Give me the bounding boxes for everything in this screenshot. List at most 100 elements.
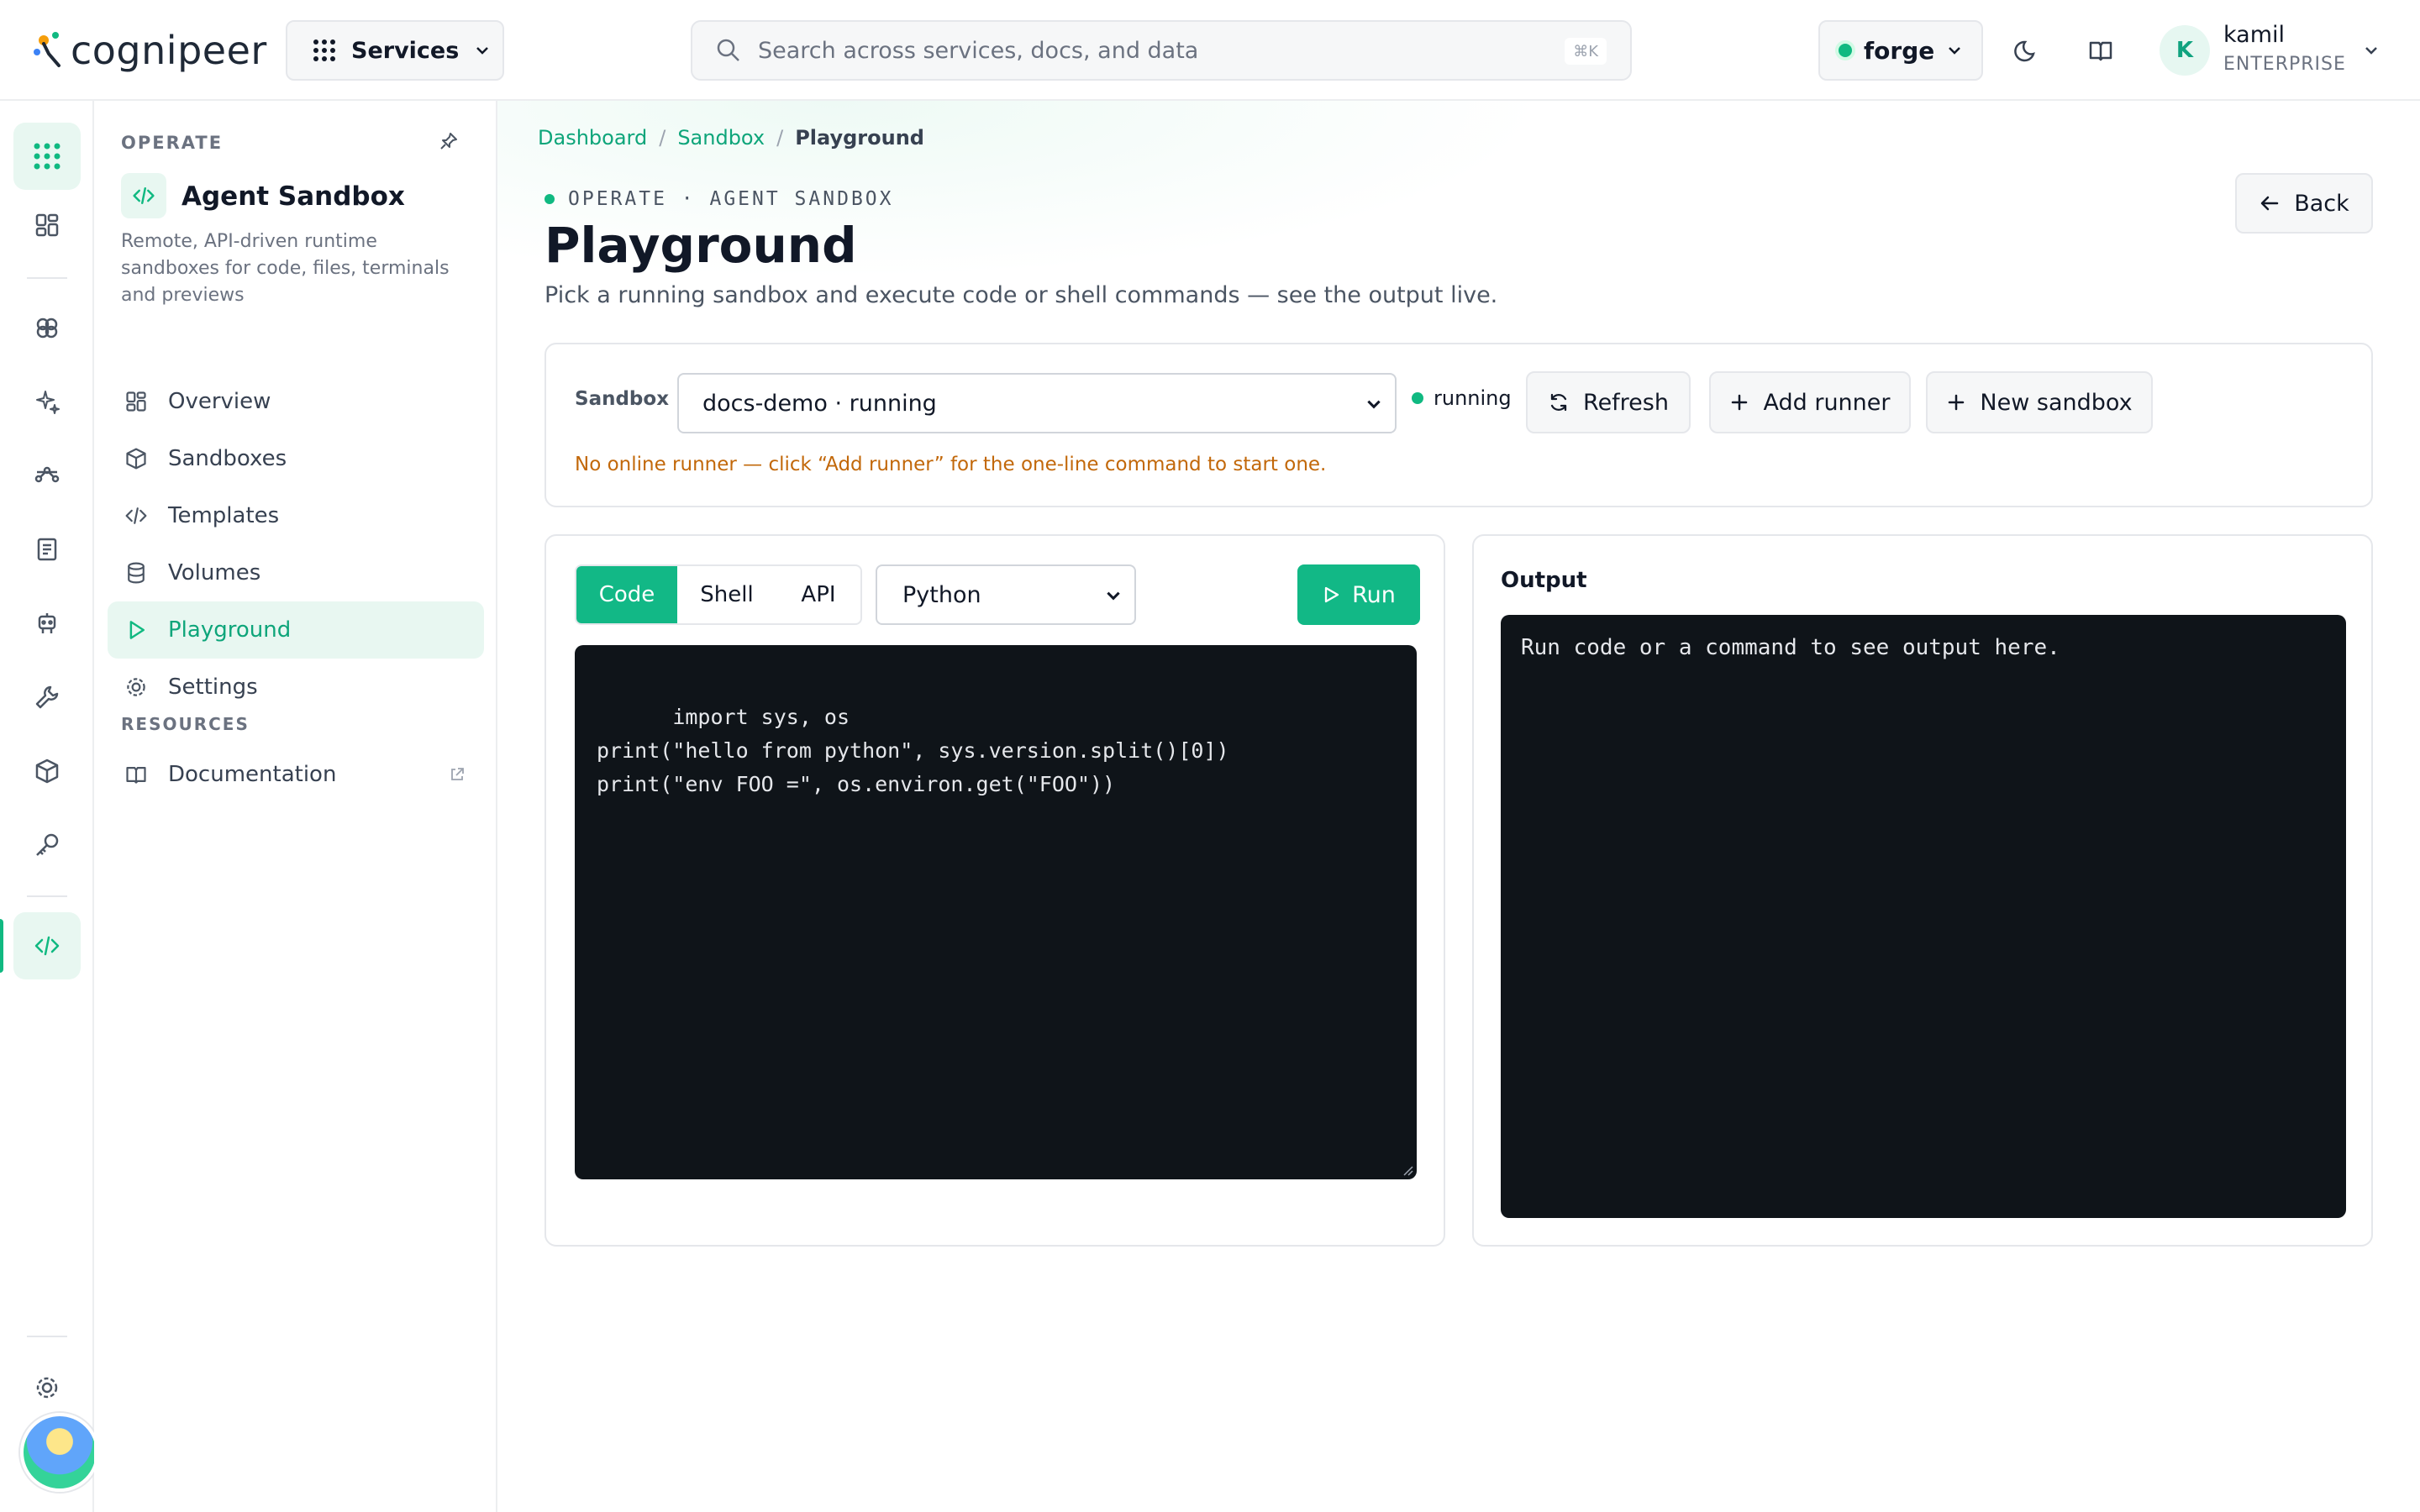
code-icon xyxy=(133,187,155,204)
tools-icon xyxy=(35,685,59,709)
sidebar-item-settings[interactable]: Settings xyxy=(108,659,484,716)
theme-toggle-button[interactable] xyxy=(2008,32,2045,69)
agent-sandbox-icon xyxy=(121,173,166,218)
global-search[interactable]: Search across services, docs, and data ⌘… xyxy=(691,20,1632,81)
sidebar-item-label: Templates xyxy=(168,503,280,528)
brand-logo[interactable]: cognipeer xyxy=(32,25,267,76)
chevron-down-icon xyxy=(2365,47,2377,55)
rail-flows[interactable] xyxy=(13,442,81,509)
environment-name: forge xyxy=(1864,36,1935,65)
workspace-avatar[interactable] xyxy=(20,1413,99,1492)
environment-status-dot xyxy=(1839,44,1852,57)
no-runner-warning: No online runner — click “Add runner” fo… xyxy=(575,454,1327,475)
sidebar-item-sandboxes[interactable]: Sandboxes xyxy=(108,430,484,487)
breadcrumb: Dashboard / Sandbox / Playground xyxy=(538,126,924,150)
rail-apps[interactable] xyxy=(13,123,81,190)
cognipeer-logo-icon xyxy=(34,32,60,67)
breadcrumb-separator: / xyxy=(776,126,784,150)
rail-divider xyxy=(27,277,67,279)
tab-code[interactable]: Code xyxy=(576,566,677,623)
back-button[interactable]: Back xyxy=(2235,173,2373,234)
refresh-button[interactable]: Refresh xyxy=(1526,371,1691,433)
rail-agents[interactable] xyxy=(13,590,81,657)
chevron-down-icon xyxy=(1367,400,1381,409)
rail-settings[interactable] xyxy=(13,1354,81,1421)
rail-divider xyxy=(27,895,67,897)
environment-switcher[interactable]: forge xyxy=(1818,20,1983,81)
back-label: Back xyxy=(2294,190,2349,217)
gear-icon xyxy=(127,678,145,696)
apps-icon xyxy=(34,143,60,170)
output-placeholder: Run code or a command to see output here… xyxy=(1521,635,2060,660)
language-selected-value: Python xyxy=(902,581,981,608)
rail-tools[interactable] xyxy=(13,664,81,731)
dashboard-icon xyxy=(35,213,59,237)
sandbox-label: Sandbox xyxy=(575,388,670,410)
code-editor[interactable]: import sys, os print("hello from python"… xyxy=(575,645,1417,1179)
language-select[interactable]: Python xyxy=(876,564,1136,625)
add-runner-button[interactable]: Add runner xyxy=(1709,371,1911,433)
book-icon xyxy=(126,767,146,784)
output-title: Output xyxy=(1501,568,1587,593)
brain-icon xyxy=(36,318,58,339)
cube-icon xyxy=(126,448,146,470)
user-menu-toggle[interactable] xyxy=(2353,32,2390,69)
main-content: Dashboard / Sandbox / Playground OPERATE… xyxy=(497,101,2420,1512)
moon-icon xyxy=(2014,40,2035,62)
refresh-label: Refresh xyxy=(1583,389,1669,416)
rail-keys[interactable] xyxy=(13,811,81,879)
sidebar-item-templates[interactable]: Templates xyxy=(108,487,484,544)
refresh-icon xyxy=(1550,393,1567,412)
sandbox-status-label: running xyxy=(1434,386,1512,410)
services-menu-button[interactable]: Services xyxy=(286,20,504,81)
sidebar-item-label: Playground xyxy=(168,617,292,643)
sandbox-status: running xyxy=(1412,386,1512,410)
services-label: Services xyxy=(351,37,460,64)
breadcrumb-dashboard[interactable]: Dashboard xyxy=(538,126,647,150)
new-sandbox-button[interactable]: New sandbox xyxy=(1926,371,2153,433)
search-placeholder: Search across services, docs, and data xyxy=(758,37,1199,64)
sidebar: OPERATE Agent Sandbox Remote, API-driven… xyxy=(94,101,497,1512)
status-dot xyxy=(1412,392,1423,404)
run-button[interactable]: Run xyxy=(1297,564,1420,625)
pin-icon xyxy=(440,133,457,150)
rail-packages[interactable] xyxy=(13,738,81,805)
sidebar-item-volumes[interactable]: Volumes xyxy=(108,544,484,601)
rail-ai[interactable] xyxy=(13,368,81,435)
rail-dashboard[interactable] xyxy=(13,192,81,259)
user-name[interactable]: kamil xyxy=(2223,22,2285,48)
grid-dots-icon xyxy=(313,39,335,61)
sidebar-item-playground[interactable]: Playground xyxy=(108,601,484,659)
user-avatar[interactable]: K xyxy=(2160,25,2210,76)
docs-button[interactable] xyxy=(2082,32,2119,69)
output-card: Output Run code or a command to see outp… xyxy=(1472,534,2373,1247)
icon-rail xyxy=(0,101,94,1512)
top-bar: cognipeer Services Search across service… xyxy=(0,0,2420,101)
resize-handle-icon[interactable] xyxy=(1402,1164,1413,1176)
chevron-down-icon xyxy=(1107,591,1120,601)
sandbox-selector-card: Sandbox docs-demo · running running Refr… xyxy=(544,343,2373,507)
eyebrow-text: OPERATE · AGENT SANDBOX xyxy=(568,188,894,210)
breadcrumb-separator: / xyxy=(659,126,666,150)
breadcrumb-sandbox[interactable]: Sandbox xyxy=(677,126,765,150)
sidebar-item-overview[interactable]: Overview xyxy=(108,373,484,430)
document-icon xyxy=(37,538,57,561)
mode-tabs: Code Shell API xyxy=(575,564,862,625)
chevron-down-icon xyxy=(1949,47,1961,55)
code-editor-card: Code Shell API Python Run import sys, os… xyxy=(544,534,1445,1247)
play-icon xyxy=(1324,586,1339,603)
new-sandbox-label: New sandbox xyxy=(1980,389,2133,416)
brand-name: cognipeer xyxy=(71,28,267,73)
database-icon xyxy=(128,562,145,584)
rail-documents[interactable] xyxy=(13,516,81,583)
sidebar-resources-label: RESOURCES xyxy=(121,714,250,734)
pin-sidebar-button[interactable] xyxy=(439,131,459,157)
tab-api[interactable]: API xyxy=(776,566,860,623)
code-icon xyxy=(125,507,147,524)
rail-sandbox[interactable] xyxy=(13,912,81,979)
sidebar-section-label: OPERATE xyxy=(121,133,224,153)
tab-shell[interactable]: Shell xyxy=(677,566,776,623)
sandbox-select[interactable]: docs-demo · running xyxy=(677,373,1397,433)
rail-brain[interactable] xyxy=(13,294,81,361)
sidebar-item-documentation[interactable]: Documentation xyxy=(108,746,484,803)
